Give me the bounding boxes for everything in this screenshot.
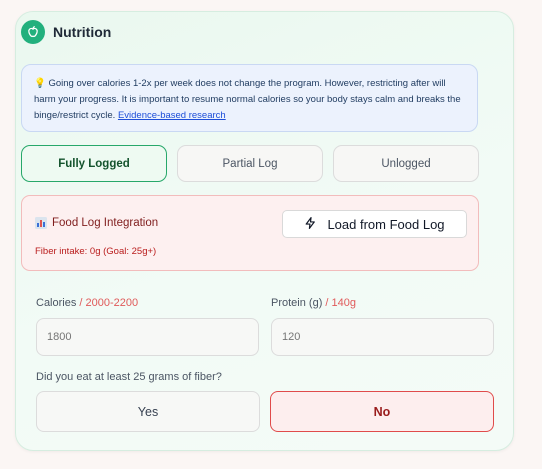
protein-range: / 140g bbox=[325, 297, 357, 309]
fiber-intake-text: Fiber intake: 0g (Goal: 25g+) bbox=[35, 246, 157, 257]
fully-logged-button[interactable]: Fully Logged bbox=[21, 145, 167, 182]
food-log-title: Food Log Integration bbox=[52, 217, 159, 229]
bar-chart-icon bbox=[35, 217, 47, 229]
calories-label-text: Calories bbox=[36, 297, 77, 309]
info-banner: 💡 Going over calories 1-2x per week does… bbox=[21, 64, 478, 132]
fiber-question: Did you eat at least 25 grams of fiber? bbox=[36, 371, 222, 383]
section-title: Nutrition bbox=[53, 24, 112, 40]
fiber-no-button[interactable]: No bbox=[270, 391, 494, 432]
section-header: Nutrition bbox=[21, 20, 111, 44]
fiber-yes-button[interactable]: Yes bbox=[36, 391, 260, 432]
info-text: Going over calories 1-2x per week does n… bbox=[34, 78, 461, 121]
log-status-group: Fully Logged Partial Log Unlogged bbox=[21, 145, 479, 182]
load-from-food-log-button[interactable]: Load from Food Log bbox=[282, 210, 467, 238]
lightbulb-icon: 💡 bbox=[34, 78, 46, 89]
lightning-icon bbox=[304, 216, 317, 233]
partial-log-button[interactable]: Partial Log bbox=[177, 145, 323, 182]
apple-icon bbox=[21, 20, 45, 44]
unlogged-button[interactable]: Unlogged bbox=[333, 145, 479, 182]
food-log-panel: Food Log Integration Fiber intake: 0g (G… bbox=[21, 195, 479, 271]
calories-range: / 2000-2200 bbox=[79, 297, 139, 309]
calories-label: Calories / 2000-2200 bbox=[36, 297, 138, 309]
evidence-link[interactable]: Evidence-based research bbox=[118, 110, 226, 121]
protein-label: Protein (g) / 140g bbox=[271, 297, 356, 309]
load-button-label: Load from Food Log bbox=[327, 216, 445, 232]
protein-input[interactable] bbox=[271, 318, 494, 356]
food-log-title-row: Food Log Integration bbox=[35, 217, 158, 229]
calories-input[interactable] bbox=[36, 318, 259, 356]
protein-label-text: Protein (g) bbox=[271, 297, 323, 309]
